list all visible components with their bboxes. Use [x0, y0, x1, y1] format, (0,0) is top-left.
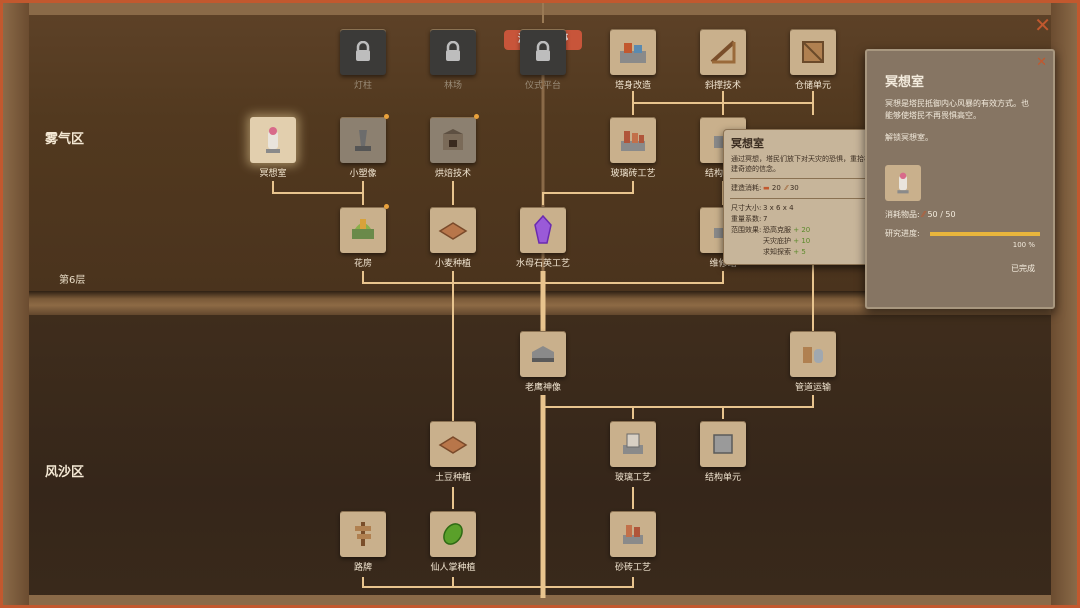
- tooltip-cost-row: 建造消耗: ▬ 20 ⁄⁄ 30: [731, 184, 799, 192]
- panel-unlock-text: 解锁冥想室。: [885, 133, 933, 142]
- research-progress-fill: [929, 231, 1040, 236]
- tech-node-label: 灯柱: [353, 81, 372, 91]
- tech-node-label: 仙人掌种植: [430, 563, 476, 573]
- tech-node-meditation[interactable]: 冥想室: [243, 117, 303, 179]
- tooltip-effect-row: 范围效果: 恐高克服 + 20: [731, 226, 811, 234]
- panel-title: 冥想室: [885, 75, 925, 90]
- tooltip-effect-row: 天灾庇护 + 10: [763, 237, 811, 245]
- tech-node-tower[interactable]: 塔身改造: [603, 29, 663, 91]
- oven-icon: [443, 129, 463, 150]
- tech-node-label: 小塑像: [349, 169, 377, 179]
- tech-node-label: 斜撑技术: [704, 81, 741, 91]
- plank-icon: ⁄⁄: [785, 184, 788, 192]
- zone-label-sand: 风沙区: [45, 465, 85, 480]
- tech-node-label: 管道运输: [794, 383, 831, 393]
- tech-node-label: 小麦种植: [434, 259, 471, 269]
- tech-node-altar[interactable]: 仪式平台: [513, 29, 573, 91]
- tech-node-glassbrick[interactable]: 玻璃砖工艺: [603, 117, 663, 179]
- tech-tooltip: 冥想室 通过冥想，塔民们放下对天灾的恐惧，重拾构建奇迹的信念。 建造消耗: ▬ …: [723, 129, 879, 265]
- glass-icon: [623, 433, 643, 454]
- tech-node-struct-unit[interactable]: 结构单元: [693, 421, 753, 483]
- tech-node-label: 玻璃砖工艺: [610, 169, 656, 179]
- statue-icon: [355, 130, 371, 151]
- tech-node-label: 林场: [443, 81, 462, 91]
- tech-node-label: 冥想室: [259, 169, 287, 179]
- signpost-icon: [355, 522, 371, 546]
- zone-label-fog: 雾气区: [45, 132, 85, 147]
- crystal-icon: [534, 215, 552, 244]
- tech-node-wheat[interactable]: 小麦种植: [423, 207, 483, 269]
- panel-description: 冥想是塔民抵御内心风暴的有效方式。也能够使塔民不再畏惧高空。: [885, 99, 1029, 120]
- close-icon[interactable]: ✕: [1034, 13, 1051, 37]
- plank-icon: ⁄⁄: [922, 210, 925, 219]
- cube-icon: [713, 434, 733, 454]
- tech-node-sign[interactable]: 路牌: [333, 511, 393, 573]
- tooltip-divider: [730, 178, 872, 179]
- tech-node-label: 老鹰神像: [524, 383, 561, 393]
- tooltip-divider: [730, 198, 872, 199]
- tech-node-label: 水母石英工艺: [515, 259, 570, 269]
- brace-icon: [710, 40, 736, 64]
- brick-icon: ▬: [763, 184, 770, 192]
- progress-percent: 100 %: [1012, 241, 1035, 249]
- eagle-icon: [532, 346, 554, 362]
- tooltip-size-row: 尺寸大小: 3 x 6 x 4: [731, 204, 794, 212]
- tooltip-title: 冥想室: [731, 137, 764, 150]
- tech-node-brace[interactable]: 斜撑技术: [693, 29, 753, 91]
- tech-node-label: 结构单元: [704, 473, 741, 483]
- tech-node-label: 砂砖工艺: [614, 563, 651, 573]
- tech-node-grove[interactable]: 林场: [423, 29, 483, 91]
- crate-icon: [802, 41, 824, 63]
- new-indicator: [384, 204, 389, 209]
- meditation-icon: [266, 127, 280, 153]
- tech-node-label: 花房: [353, 259, 372, 269]
- tech-node-label: 塔身改造: [614, 81, 651, 91]
- game-screen: 雾气区 第6层 风沙区 游戏已暂停 ✕ 灯柱 林场 仪式平台 塔身改造 斜撑技术…: [0, 0, 1080, 608]
- tower-icon: [620, 43, 646, 63]
- tech-node-glass[interactable]: 玻璃工艺: [603, 421, 663, 483]
- tech-node-label: 仪式平台: [524, 81, 561, 91]
- tech-node-label: 土豆种植: [434, 473, 471, 483]
- tooltip-weight-row: 重量系数: 7: [731, 215, 768, 223]
- tech-node-garden[interactable]: 花房: [333, 204, 393, 269]
- panel-consume-row: 消耗物品: ⁄⁄ 50 / 50: [885, 210, 956, 219]
- field-icon: [438, 222, 468, 240]
- research-status: 已完成: [1011, 264, 1035, 273]
- tech-node-potato[interactable]: 土豆种植: [423, 421, 483, 483]
- tech-detail-panel: ✕ 冥想室 冥想是塔民抵御内心风暴的有效方式。也能够使塔民不再畏惧高空。 解锁冥…: [865, 49, 1055, 309]
- meditation-icon: [897, 172, 909, 194]
- new-indicator: [474, 114, 479, 119]
- floor-label: 第6层: [59, 275, 86, 286]
- lock-icon: [446, 41, 460, 61]
- tech-node-sandbrick[interactable]: 砂砖工艺: [603, 511, 663, 573]
- tech-node-label: 玻璃工艺: [614, 473, 651, 483]
- field-icon: [438, 436, 468, 454]
- tech-node-storage[interactable]: 仓储单元: [783, 29, 843, 91]
- tooltip-description: 通过冥想，塔民们放下对天灾的恐惧，重拾构建奇迹的信念。: [731, 155, 871, 173]
- new-indicator: [384, 114, 389, 119]
- tech-node-baking[interactable]: 烘焙技术: [423, 114, 483, 179]
- tech-node-statuette[interactable]: 小塑像: [333, 114, 393, 179]
- cactus-icon: [443, 523, 463, 545]
- garden-icon: [352, 219, 374, 239]
- glassbrick-icon: [621, 131, 645, 151]
- tech-node-crystal[interactable]: 水母石英工艺: [513, 207, 573, 269]
- tech-node-pipe[interactable]: 管道运输: [783, 331, 843, 393]
- tech-node-label: 路牌: [353, 563, 372, 573]
- tech-node-label: 烘焙技术: [434, 169, 471, 179]
- tech-node-cactus[interactable]: 仙人掌种植: [423, 511, 483, 573]
- tech-node-lamp[interactable]: 灯柱: [333, 29, 393, 91]
- panel-close-icon[interactable]: ✕: [1036, 55, 1047, 70]
- tech-node-eagle[interactable]: 老鹰神像: [513, 331, 573, 393]
- panel-preview: [885, 165, 921, 201]
- tooltip-effect-row: 求知探索 + 5: [763, 248, 806, 256]
- research-progress-bar: [929, 231, 1040, 236]
- pipe-icon: [803, 347, 823, 363]
- lock-icon: [536, 41, 550, 61]
- lock-icon: [356, 41, 370, 61]
- sandbrick-icon: [623, 525, 643, 544]
- panel-progress-row: 研究进度:: [885, 228, 1053, 239]
- tech-node-label: 仓储单元: [794, 81, 831, 91]
